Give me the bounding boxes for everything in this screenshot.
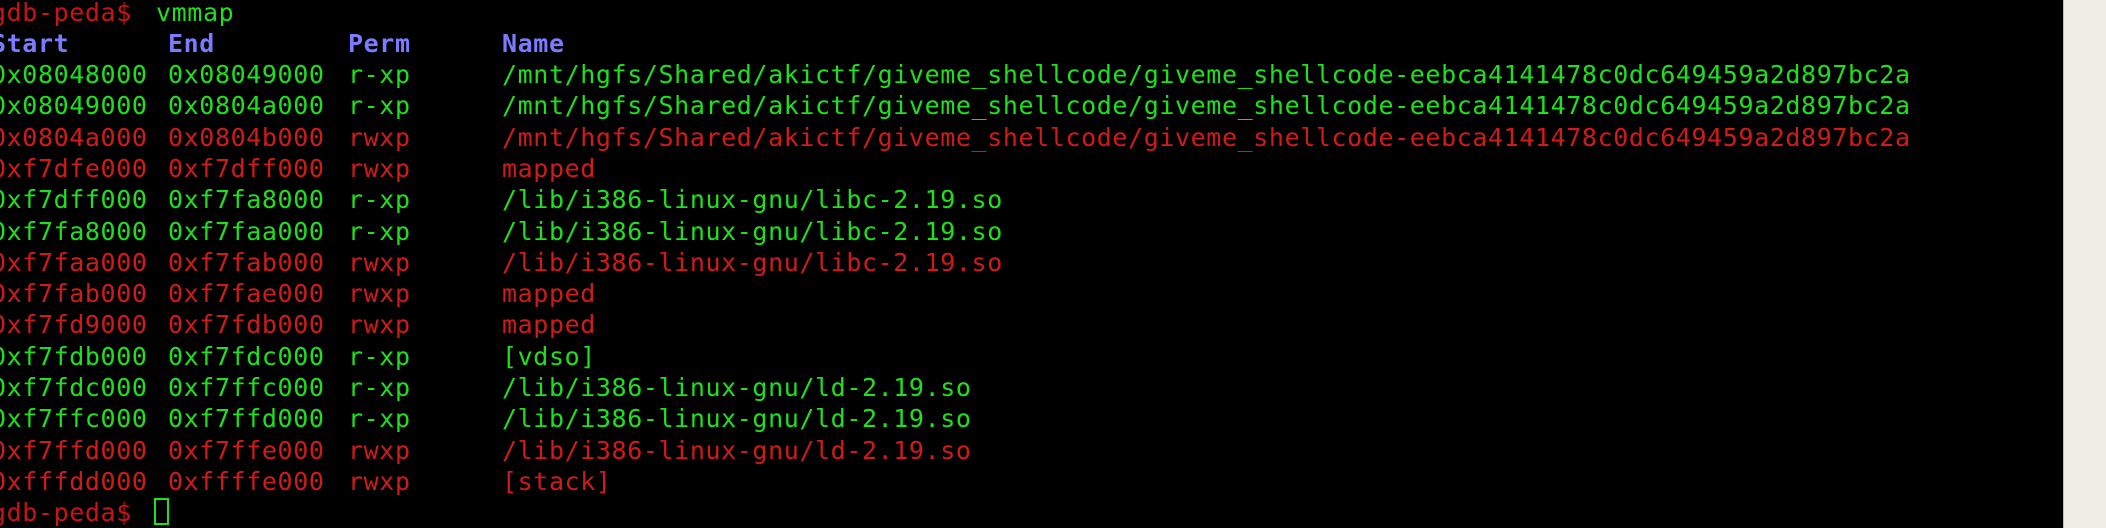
cell-end: 0xffffe000 — [168, 466, 325, 496]
cell-start: 0xfffdd000 — [0, 466, 148, 496]
cell-perm: rwxp — [348, 122, 411, 152]
cell-perm: rwxp — [348, 153, 411, 183]
terminal-output[interactable]: gdb-peda$ vmmap Start End Perm Name 0x080… — [0, 0, 2064, 528]
cell-start: 0xf7fab000 — [0, 279, 148, 309]
cell-end: 0xf7fae000 — [168, 279, 325, 309]
cell-end: 0xf7fdc000 — [168, 341, 325, 371]
cell-perm: r-xp — [348, 404, 411, 434]
cell-end: 0xf7fab000 — [168, 247, 325, 277]
prompt-line[interactable]: gdb-peda$ — [0, 497, 169, 528]
cell-name: /lib/i386-linux-gnu/ld-2.19.so — [502, 404, 972, 434]
gdb-prompt: gdb-peda$ — [0, 0, 132, 27]
cell-end: 0xf7ffd000 — [168, 404, 325, 434]
cell-name: /mnt/hgfs/Shared/akictf/giveme_shellcode… — [502, 122, 1911, 152]
cell-start: 0xf7fdc000 — [0, 373, 148, 402]
cell-name: /lib/i386-linux-gnu/ld-2.19.so — [502, 435, 972, 465]
command-text: vmmap — [156, 0, 235, 27]
cell-start: 0xf7fd9000 — [0, 310, 148, 340]
cell-start: 0x08048000 — [0, 60, 148, 89]
header-name: Name — [502, 29, 565, 58]
cell-name: /lib/i386-linux-gnu/libc-2.19.so — [502, 216, 1003, 246]
cell-start: 0xf7ffc000 — [0, 404, 148, 434]
cell-end: 0x08049000 — [168, 60, 325, 89]
terminal-window: gdb-peda$ vmmap Start End Perm Name 0x080… — [0, 0, 2106, 528]
cell-name: /lib/i386-linux-gnu/ld-2.19.so — [502, 373, 972, 402]
cell-perm: r-xp — [348, 91, 411, 121]
header-perm: Perm — [348, 29, 411, 58]
cell-start: 0xf7dff000 — [0, 185, 148, 215]
cell-perm: r-xp — [348, 341, 411, 371]
command-line: gdb-peda$ vmmap — [0, 0, 234, 28]
gdb-prompt: gdb-peda$ — [0, 498, 132, 528]
cell-perm: rwxp — [348, 310, 411, 340]
vertical-scrollbar[interactable] — [2063, 0, 2106, 528]
cell-name: [vdso] — [502, 341, 596, 371]
cell-end: 0xf7ffe000 — [168, 435, 325, 465]
cell-name: [stack] — [502, 466, 612, 496]
cell-name: /lib/i386-linux-gnu/libc-2.19.so — [502, 185, 1003, 215]
cell-end: 0xf7fa8000 — [168, 185, 325, 215]
header-end: End — [168, 29, 215, 58]
cell-start: 0xf7faa000 — [0, 247, 148, 277]
cell-perm: r-xp — [348, 216, 411, 246]
cell-name: /lib/i386-linux-gnu/libc-2.19.so — [502, 247, 1003, 277]
cell-start: 0xf7ffd000 — [0, 435, 148, 465]
cell-perm: rwxp — [348, 279, 411, 309]
cell-start: 0xf7fa8000 — [0, 216, 148, 246]
cell-start: 0x08049000 — [0, 91, 148, 121]
cell-start: 0xf7fdb000 — [0, 341, 148, 371]
cell-start: 0xf7dfe000 — [0, 153, 148, 183]
cell-perm: r-xp — [348, 185, 411, 215]
cell-end: 0x0804b000 — [168, 122, 325, 152]
cell-end: 0xf7fdb000 — [168, 310, 325, 340]
cell-end: 0xf7dff000 — [168, 153, 325, 183]
cell-perm: r-xp — [348, 60, 411, 89]
cell-name: /mnt/hgfs/Shared/akictf/giveme_shellcode… — [502, 60, 1911, 89]
cell-end: 0x0804a000 — [168, 91, 325, 121]
cell-name: /mnt/hgfs/Shared/akictf/giveme_shellcode… — [502, 91, 1911, 121]
cell-perm: rwxp — [348, 247, 411, 277]
cell-name: mapped — [502, 279, 596, 309]
cell-start: 0x0804a000 — [0, 122, 148, 152]
cell-perm: rwxp — [348, 435, 411, 465]
cell-perm: rwxp — [348, 466, 411, 496]
cell-end: 0xf7ffc000 — [168, 373, 325, 402]
cell-name: mapped — [502, 310, 596, 340]
cell-name: mapped — [502, 153, 596, 183]
table-header-row: Start End Perm Name — [0, 28, 564, 59]
cell-perm: r-xp — [348, 373, 411, 402]
block-cursor-icon — [150, 497, 169, 528]
cell-end: 0xf7faa000 — [168, 216, 325, 246]
header-start: Start — [0, 29, 70, 58]
